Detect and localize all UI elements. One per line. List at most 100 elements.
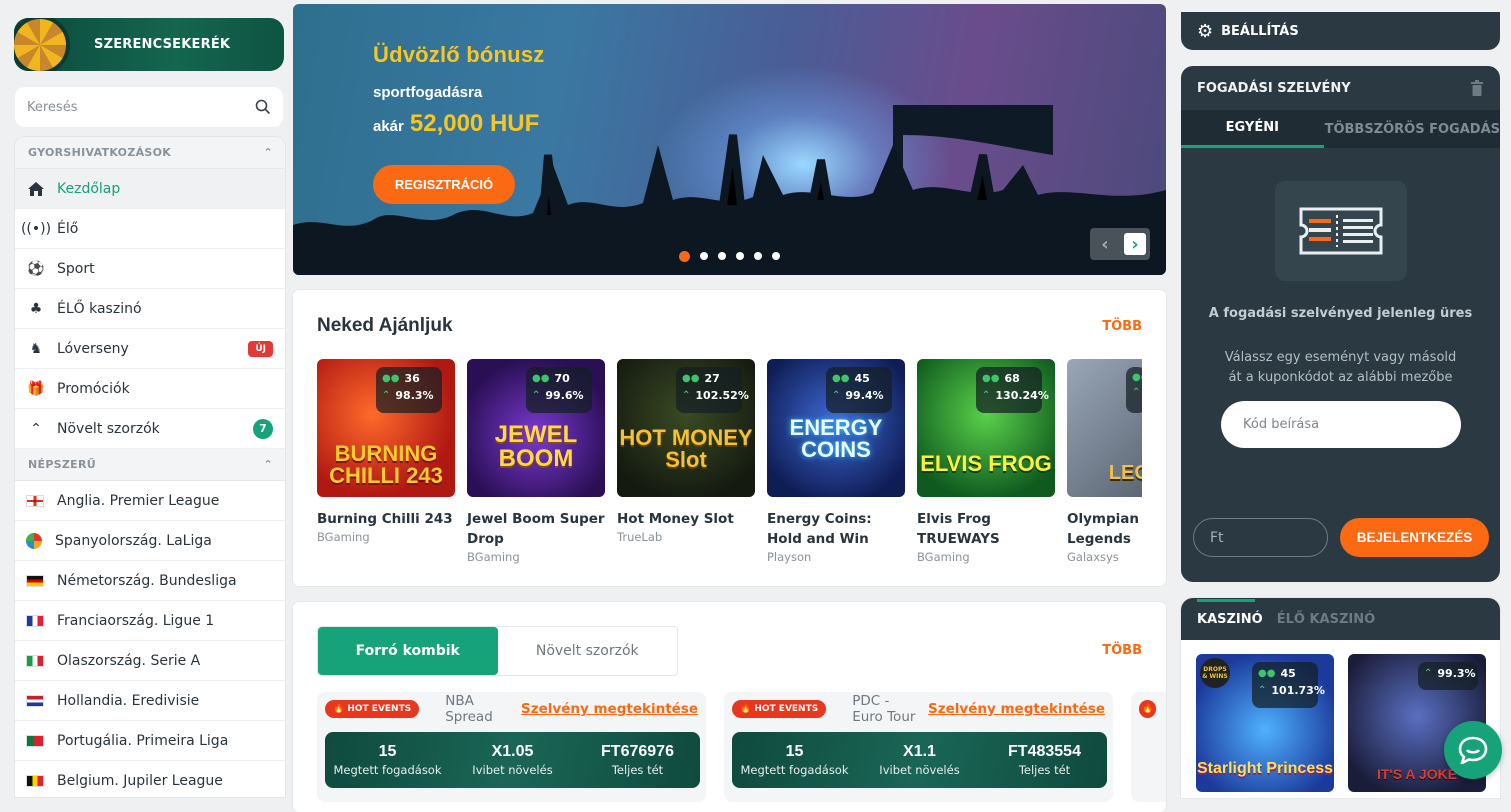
live-chat-button[interactable] xyxy=(1444,721,1502,779)
pagination-dot[interactable] xyxy=(679,250,690,262)
search-input[interactable] xyxy=(27,99,227,115)
game-logo-text: ELVIS FROG xyxy=(920,451,1052,476)
game-card[interactable]: LEGE ●● ⌃ Olympian Legends Galaxsys xyxy=(1067,359,1142,579)
sidebar-item-horse-racing[interactable]: ♞ Lóverseny ÚJ xyxy=(15,329,285,369)
settings-bar[interactable]: ⚙ BEÁLLÍTÁS xyxy=(1181,12,1500,50)
sidebar-item-promotions[interactable]: 🎁 Promóciók xyxy=(15,369,285,409)
quick-links-header[interactable]: GYORSHIVATKOZÁSOK ⌃ xyxy=(15,137,285,169)
tab-multiple[interactable]: TÖBBSZÖRÖS FOGADÁS xyxy=(1324,110,1500,148)
casino-game-tile[interactable]: DROPS & WINS Starlight Princess ●● 45 ⌃ 10… xyxy=(1196,654,1334,792)
sidebar-item-sport[interactable]: ⚽ Sport xyxy=(15,249,285,289)
game-thumbnail[interactable]: HOT MONEY Slot ●● 27 ⌃ 102.52% xyxy=(617,359,755,497)
sidebar-item-home[interactable]: Kezdőlap xyxy=(15,169,285,209)
sidebar-item-label: Növelt szorzók xyxy=(57,420,160,437)
tab-casino[interactable]: KASZINÓ xyxy=(1197,598,1263,627)
game-name[interactable]: Elvis Frog TRUEWAYS xyxy=(917,509,1055,549)
players-count: 68 xyxy=(1004,372,1020,385)
recommended-section: Neked Ajánljuk TÖBB BURNING CHILLI 243 ●… xyxy=(293,290,1166,586)
recommended-more-link[interactable]: TÖBB xyxy=(1102,319,1142,334)
game-name[interactable]: Olympian Legends xyxy=(1067,509,1142,549)
game-card[interactable]: HOT MONEY Slot ●● 27 ⌃ 102.52% Hot Money S… xyxy=(617,359,755,579)
quick-links-title: GYORSHIVATKOZÁSOK xyxy=(28,146,172,159)
coupon-code-input[interactable] xyxy=(1221,401,1461,448)
sidebar-item-primeira-liga[interactable]: Portugália. Primeira Liga xyxy=(15,721,285,761)
combo-event: NBA Spread xyxy=(445,693,493,725)
game-thumbnail[interactable]: ENERGY COINS ●● 45 ⌃ 99.4% xyxy=(767,359,905,497)
game-name[interactable]: Burning Chilli 243 xyxy=(317,509,455,529)
game-provider: Playson xyxy=(767,550,812,564)
sidebar-item-bundesliga[interactable]: Németország. Bundesliga xyxy=(15,561,285,601)
hot-events-label: HOT EVENTS xyxy=(754,704,819,714)
game-card[interactable]: ELVIS FROG ●● 68 ⌃ 130.24% Elvis Frog TRUE… xyxy=(917,359,1055,579)
game-name[interactable]: Energy Coins: Hold and Win xyxy=(767,509,905,549)
new-badge: ÚJ xyxy=(248,340,273,357)
combo-card[interactable]: 🔥 HOT EVENTS PDC - Euro Tour Szelvény me… xyxy=(724,692,1113,802)
fortune-wheel-banner[interactable]: SZERENCSEKERÉK xyxy=(14,18,284,71)
chevron-up-icon[interactable]: ⌃ xyxy=(263,458,273,471)
sidebar-item-eredivisie[interactable]: Hollandia. Eredivisie xyxy=(15,681,285,721)
combos-more-link[interactable]: TÖBB xyxy=(1102,643,1142,658)
stake-amount-input[interactable] xyxy=(1193,518,1328,557)
tab-boosted-odds[interactable]: Növelt szorzók xyxy=(498,627,678,675)
chevron-left-icon[interactable]: ‹ xyxy=(1094,233,1116,255)
tab-hot-combos[interactable]: Forró kombik xyxy=(318,627,498,675)
players-icon: ●● xyxy=(1258,668,1276,679)
pagination-dot[interactable] xyxy=(736,252,744,260)
rtp-value: 99.6% xyxy=(545,389,584,402)
sidebar-item-serie-a[interactable]: Olaszország. Serie A xyxy=(15,641,285,681)
rtp-icon: ⌃ xyxy=(532,390,541,401)
search-icon[interactable] xyxy=(255,99,271,115)
game-stats: ●● 45 ⌃ 101.73% xyxy=(1252,662,1325,708)
boost-label: Ivibet növelés xyxy=(879,763,960,777)
game-name[interactable]: Hot Money Slot xyxy=(617,509,755,529)
sidebar-item-live-casino[interactable]: ♣ ÉLŐ kaszinó xyxy=(15,289,285,329)
trash-icon[interactable] xyxy=(1470,80,1484,96)
combo-card-partial[interactable]: 🔥 xyxy=(1131,692,1166,802)
players-icon: ●● xyxy=(682,373,700,384)
game-logo-text: HOT MONEY Slot xyxy=(619,425,753,472)
pagination-dot[interactable] xyxy=(772,252,780,260)
sidebar-item-boosted-odds[interactable]: ⌃ Növelt szorzók 7 xyxy=(15,409,285,449)
hot-events-label: HOT EVENTS xyxy=(347,704,412,714)
game-thumbnail[interactable]: ELVIS FROG ●● 68 ⌃ 130.24% xyxy=(917,359,1055,497)
login-button[interactable]: BEJELENTKEZÉS xyxy=(1340,518,1489,557)
tab-live-casino[interactable]: ÉLŐ KASZINÓ xyxy=(1277,612,1375,627)
sidebar-item-live[interactable]: ((•)) Élő xyxy=(15,209,285,249)
view-slip-link[interactable]: Szelvény megtekintése xyxy=(521,701,698,717)
game-card[interactable]: ENERGY COINS ●● 45 ⌃ 99.4% Energy Coins: H… xyxy=(767,359,905,579)
tab-single[interactable]: EGYÉNI xyxy=(1181,110,1324,148)
rtp-icon: ⌃ xyxy=(1258,685,1267,696)
belgium-flag-icon xyxy=(26,774,44,787)
players-count: 27 xyxy=(704,372,720,385)
sidebar-item-laliga[interactable]: Spanyolország. LaLiga xyxy=(15,521,285,561)
sidebar-item-premier-league[interactable]: Anglia. Premier League xyxy=(15,481,285,521)
game-provider: BGaming xyxy=(317,530,370,544)
search-box[interactable] xyxy=(15,87,283,127)
game-card[interactable]: BURNING CHILLI 243 ●● 36 ⌃ 98.3% Burning C… xyxy=(317,359,455,579)
pagination-dot[interactable] xyxy=(700,252,708,260)
game-thumbnail[interactable]: JEWEL BOOM ●● 70 ⌃ 99.6% xyxy=(467,359,605,497)
sidebar-item-jupiler-league[interactable]: Belgium. Jupiler League xyxy=(15,761,285,797)
combo-card[interactable]: 🔥 HOT EVENTS NBA Spread Szelvény megteki… xyxy=(317,692,706,802)
banner-subtitle: sportfogadásra xyxy=(373,84,483,101)
game-thumbnail[interactable]: LEGE ●● ⌃ xyxy=(1067,359,1142,497)
combo-tabs: Forró kombik Növelt szorzók xyxy=(317,626,678,676)
sidebar-item-ligue-1[interactable]: Franciaország. Ligue 1 xyxy=(15,601,285,641)
game-thumbnail[interactable]: BURNING CHILLI 243 ●● 36 ⌃ 98.3% xyxy=(317,359,455,497)
pagination-dot[interactable] xyxy=(754,252,762,260)
game-provider: BGaming xyxy=(467,550,520,564)
welcome-bonus-banner[interactable]: Üdvözlő bónusz sportfogadásra akár 52,00… xyxy=(293,4,1166,275)
game-name[interactable]: Jewel Boom Super Drop xyxy=(467,509,605,549)
register-button[interactable]: REGISZTRÁCIÓ xyxy=(373,165,515,204)
pagination-dot[interactable] xyxy=(718,252,726,260)
sidebar-item-label: Lóverseny xyxy=(57,340,129,357)
chevron-up-icon[interactable]: ⌃ xyxy=(263,146,273,159)
view-slip-link[interactable]: Szelvény megtekintése xyxy=(928,701,1105,717)
rtp-value: 99.4% xyxy=(845,389,884,402)
chevron-right-icon[interactable]: › xyxy=(1124,233,1146,255)
game-card[interactable]: JEWEL BOOM ●● 70 ⌃ 99.6% Jewel Boom Super … xyxy=(467,359,605,579)
gear-icon[interactable]: ⚙ xyxy=(1197,21,1213,42)
popular-header[interactable]: NÉPSZERŰ ⌃ xyxy=(15,449,285,481)
total-stake: FT483554 xyxy=(1008,743,1081,760)
game-stats: ●● ⌃ xyxy=(1126,367,1142,413)
